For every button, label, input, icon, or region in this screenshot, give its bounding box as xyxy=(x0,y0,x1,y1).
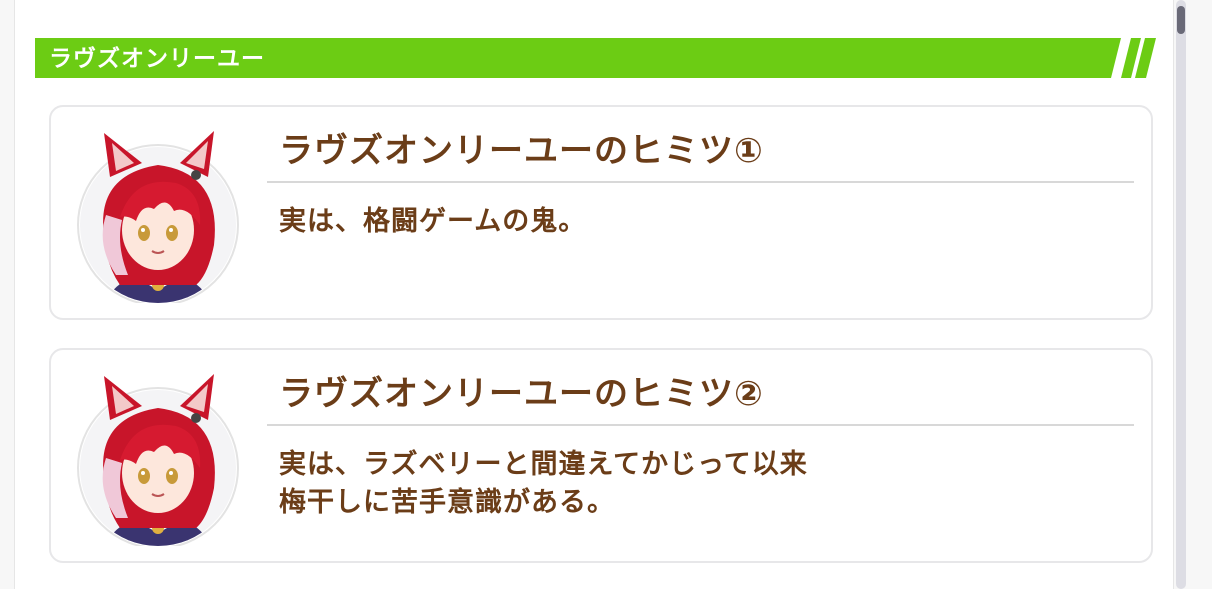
secret-body: 実は、ラズベリーと間違えてかじって以来 梅干しに苦手意識がある。 xyxy=(279,446,808,522)
character-portrait-icon xyxy=(76,368,240,549)
title-divider xyxy=(267,424,1134,426)
secret-body: 実は、格闘ゲームの鬼。 xyxy=(279,203,586,241)
secrets-screen: ラヴズオンリーユー ラヴズオンリーユーのヒミツ① 実は、格闘ゲームの鬼。 ラヴズ… xyxy=(0,0,1212,589)
secret-card-2: ラヴズオンリーユーのヒミツ② 実は、ラズベリーと間違えてかじって以来 梅干しに苦… xyxy=(49,348,1153,563)
title-divider xyxy=(267,181,1134,183)
section-title: ラヴズオンリーユー xyxy=(49,46,265,72)
scrollbar-thumb[interactable] xyxy=(1177,6,1185,34)
secret-card-1: ラヴズオンリーユーのヒミツ① 実は、格闘ゲームの鬼。 xyxy=(49,105,1153,320)
secret-title: ラヴズオンリーユーのヒミツ① xyxy=(279,131,764,171)
character-portrait-icon xyxy=(76,125,240,306)
secret-title: ラヴズオンリーユーのヒミツ② xyxy=(279,374,764,414)
secret-body-line: 実は、ラズベリーと間違えてかじって以来 xyxy=(279,449,808,480)
scrollbar-track[interactable] xyxy=(1176,0,1186,589)
secret-body-line: 梅干しに苦手意識がある。 xyxy=(279,487,615,518)
secret-body-line: 実は、格闘ゲームの鬼。 xyxy=(279,206,587,237)
section-header: ラヴズオンリーユー xyxy=(35,38,1156,78)
